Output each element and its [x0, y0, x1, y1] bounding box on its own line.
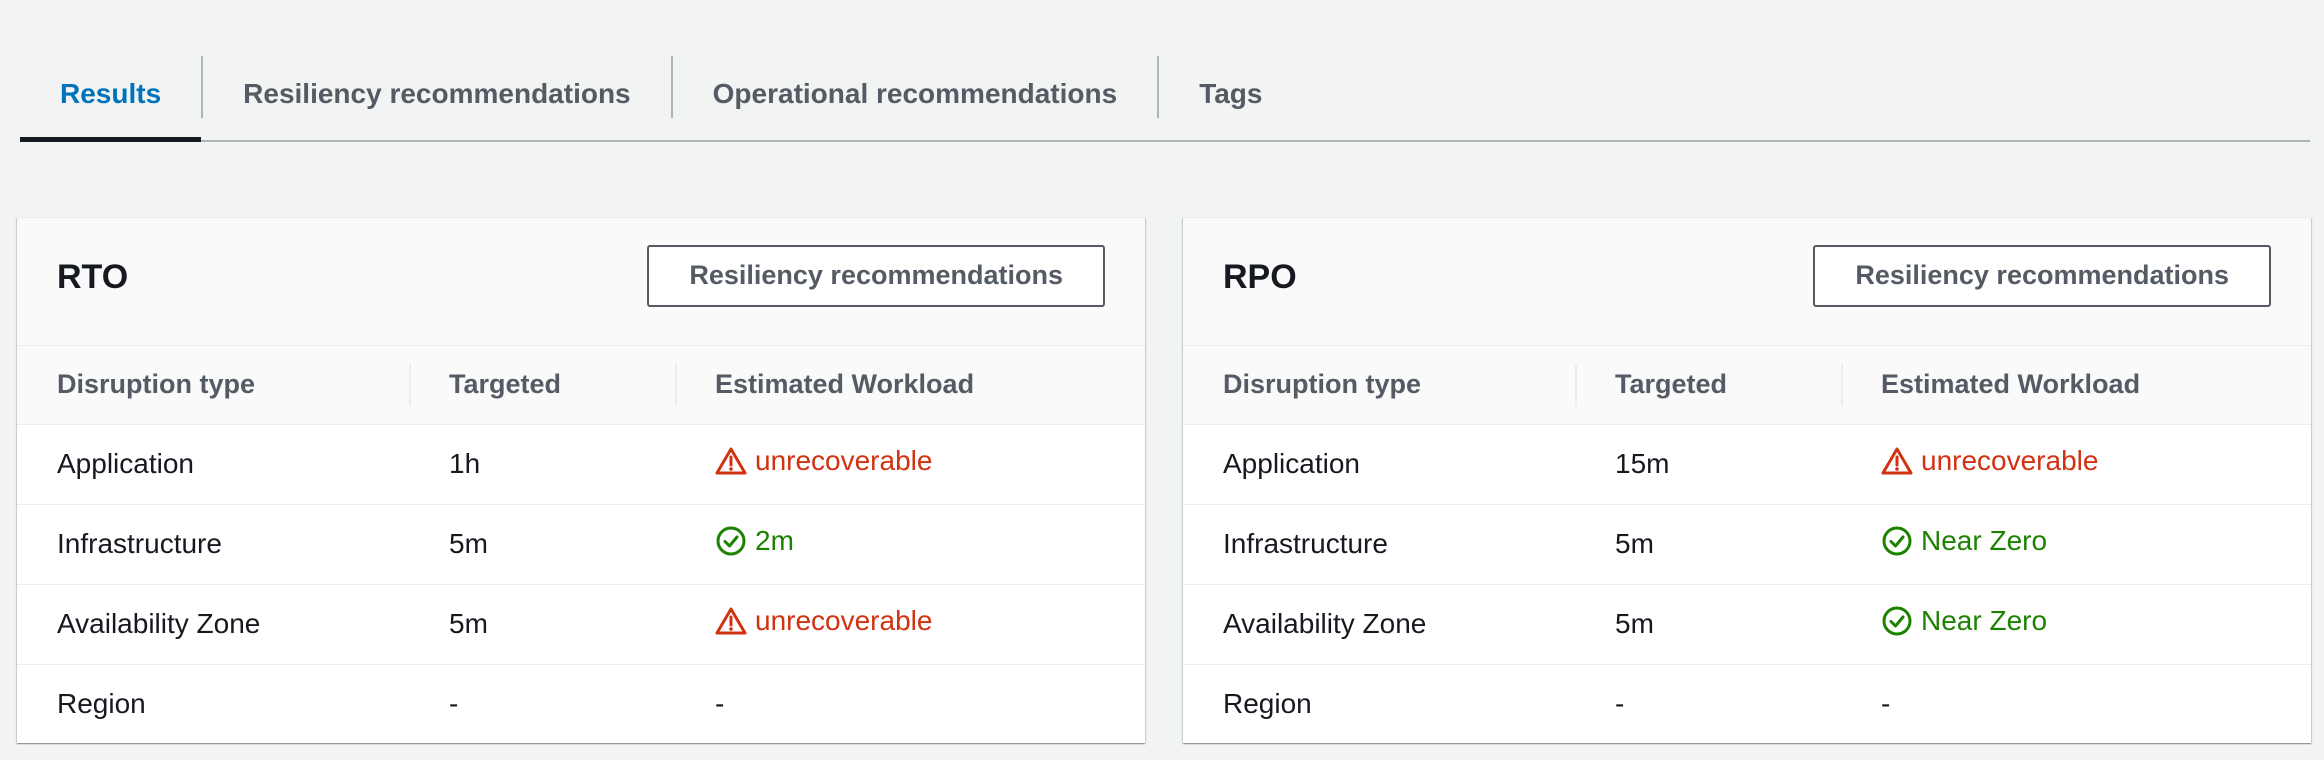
- table-row: Application 1h unrecoverable: [17, 424, 1145, 505]
- warning-icon: [715, 446, 747, 476]
- column-divider[interactable]: [409, 364, 411, 406]
- column-divider[interactable]: [1575, 364, 1577, 406]
- tab-results[interactable]: Results: [20, 52, 202, 142]
- table-row: Availability Zone 5m Near Zero: [1183, 584, 2311, 665]
- table-row: Region - -: [17, 664, 1145, 743]
- table-row: Application 15m unrecoverable: [1183, 424, 2311, 505]
- column-header-targeted[interactable]: Targeted: [1575, 346, 1841, 425]
- targeted-cell: 15m: [1575, 424, 1841, 505]
- disruption-type-cell: Application: [17, 424, 409, 505]
- estimate-cell: unrecoverable: [1841, 424, 2311, 505]
- disruption-type-cell: Region: [1223, 688, 1312, 720]
- column-divider[interactable]: [675, 364, 677, 406]
- estimate-cell: -: [715, 688, 725, 720]
- estimate-value: unrecoverable: [755, 605, 933, 636]
- table-header-row: Disruption type Targeted Estimated Workl…: [17, 346, 1145, 425]
- estimate-cell: 2m: [675, 504, 1145, 585]
- rto-title: RTO: [57, 258, 129, 296]
- disruption-type-cell: Availability Zone: [17, 584, 409, 665]
- column-header-disruption-type[interactable]: Disruption type: [17, 346, 409, 425]
- tab-bar: Results Resiliency recommendations Opera…: [20, 52, 2310, 142]
- rpo-title: RPO: [1223, 258, 1297, 296]
- table-row: Infrastructure 5m 2m: [17, 504, 1145, 585]
- disruption-type-cell: Availability Zone: [1183, 584, 1575, 665]
- rto-resiliency-recommendations-button[interactable]: Resiliency recommendations: [647, 244, 1105, 307]
- tab-operational-recommendations[interactable]: Operational recommendations: [673, 52, 1158, 140]
- status-success: Near Zero: [1881, 525, 2047, 557]
- column-header-estimated-workload[interactable]: Estimated Workload: [675, 346, 1145, 425]
- disruption-type-cell: Region: [57, 688, 146, 720]
- estimate-value: unrecoverable: [755, 445, 933, 476]
- estimate-cell: unrecoverable: [675, 584, 1145, 665]
- rpo-panel-header: RPO Resiliency recommendations: [1183, 218, 2311, 346]
- targeted-cell: 1h: [409, 424, 675, 505]
- rpo-table: Disruption type Targeted Estimated Workl…: [1183, 346, 2311, 743]
- column-divider[interactable]: [1841, 364, 1843, 406]
- check-circle-icon: [1881, 605, 1913, 637]
- check-circle-icon: [715, 525, 747, 557]
- estimate-value: Near Zero: [1921, 604, 2048, 636]
- table-row: Infrastructure 5m Near Zero: [1183, 504, 2311, 585]
- estimate-value: Near Zero: [1921, 524, 2048, 556]
- estimate-value: unrecoverable: [1921, 445, 2099, 476]
- tab-resiliency-recommendations[interactable]: Resiliency recommendations: [203, 52, 670, 140]
- estimate-cell: Near Zero: [1841, 504, 2311, 585]
- check-circle-icon: [1881, 525, 1913, 557]
- targeted-cell: -: [1615, 688, 1625, 720]
- column-header-disruption-type[interactable]: Disruption type: [1183, 346, 1575, 425]
- targeted-cell: 5m: [409, 504, 675, 585]
- warning-icon: [715, 606, 747, 636]
- disruption-type-cell: Infrastructure: [17, 504, 409, 585]
- status-error: unrecoverable: [715, 445, 932, 477]
- disruption-type-cell: Infrastructure: [1183, 504, 1575, 585]
- status-success: 2m: [715, 525, 794, 557]
- rto-panel-header: RTO Resiliency recommendations: [17, 218, 1145, 346]
- targeted-cell: -: [449, 688, 459, 720]
- table-row: Availability Zone 5m unrecoverable: [17, 584, 1145, 665]
- column-header-estimated-workload[interactable]: Estimated Workload: [1841, 346, 2311, 425]
- status-error: unrecoverable: [715, 605, 932, 637]
- table-row: Region - -: [1183, 664, 2311, 743]
- status-error: unrecoverable: [1881, 445, 2098, 477]
- rto-table: Disruption type Targeted Estimated Workl…: [17, 346, 1145, 743]
- status-success: Near Zero: [1881, 605, 2047, 637]
- warning-icon: [1881, 446, 1913, 476]
- column-header-targeted[interactable]: Targeted: [409, 346, 675, 425]
- estimate-cell: -: [1881, 688, 1891, 720]
- rto-panel: RTO Resiliency recommendations Disruptio…: [17, 217, 1145, 743]
- disruption-type-cell: Application: [1183, 424, 1575, 505]
- table-header-row: Disruption type Targeted Estimated Workl…: [1183, 346, 2311, 425]
- targeted-cell: 5m: [1575, 584, 1841, 665]
- estimate-value: 2m: [755, 524, 794, 556]
- estimate-cell: Near Zero: [1841, 584, 2311, 665]
- estimate-cell: unrecoverable: [675, 424, 1145, 505]
- rpo-panel: RPO Resiliency recommendations Disruptio…: [1183, 217, 2311, 743]
- rpo-resiliency-recommendations-button[interactable]: Resiliency recommendations: [1813, 244, 2271, 307]
- targeted-cell: 5m: [409, 584, 675, 665]
- targeted-cell: 5m: [1575, 504, 1841, 585]
- tab-tags[interactable]: Tags: [1159, 52, 1302, 140]
